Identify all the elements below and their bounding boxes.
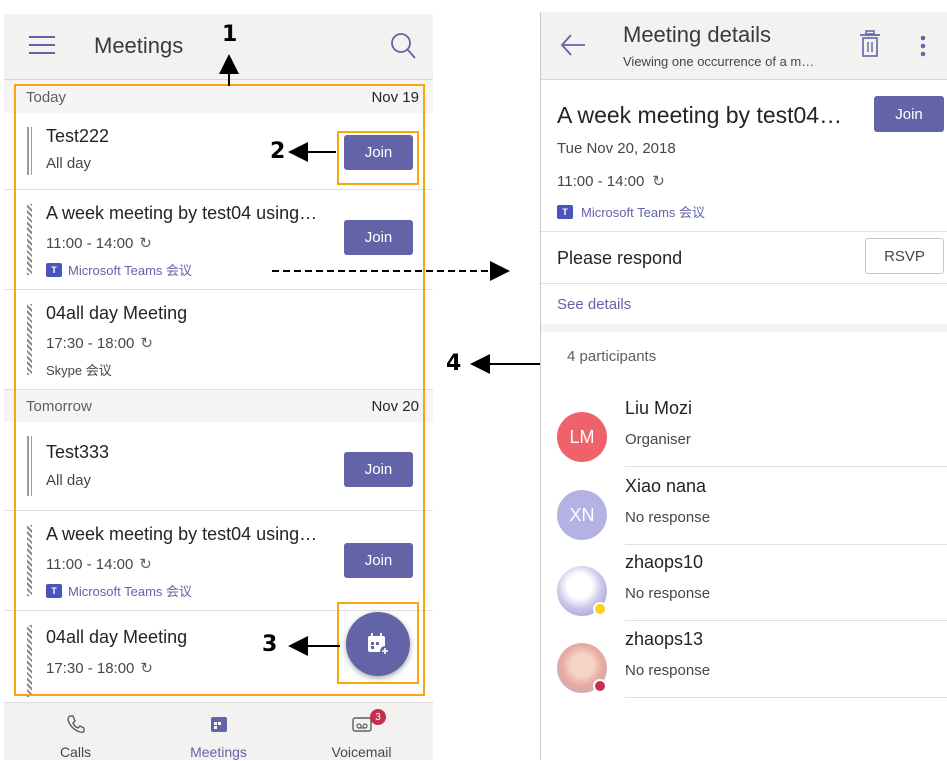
meeting-time: 11:00 - 14:00 ↻	[557, 172, 665, 191]
divider	[625, 466, 947, 467]
see-details-link[interactable]: See details	[557, 296, 631, 313]
participant-name: Liu Mozi	[625, 398, 693, 418]
presence-away-icon	[593, 602, 607, 616]
participant-row[interactable]: XN Xiao nana No response	[541, 476, 947, 552]
respond-label: Please respond	[557, 248, 683, 268]
divider	[541, 283, 947, 284]
meeting-title: A week meeting by test04…	[557, 102, 843, 128]
recurring-icon: ↻	[652, 173, 665, 190]
participant-status: No response	[625, 585, 711, 602]
meeting-location[interactable]: T Microsoft Teams 会议	[557, 202, 705, 221]
divider	[541, 231, 947, 232]
section-separator	[541, 324, 947, 332]
avatar: LM	[557, 412, 607, 462]
teams-icon: T	[557, 204, 573, 219]
divider	[625, 620, 947, 621]
presence-busy-icon	[593, 679, 607, 693]
join-button[interactable]: Join	[874, 96, 944, 132]
back-arrow-icon[interactable]	[559, 32, 587, 58]
avatar: XN	[557, 490, 607, 540]
participant-row[interactable]: zhaops10 No response	[541, 552, 947, 628]
details-header: Meeting details Viewing one occurrence o…	[541, 12, 947, 80]
more-options-icon[interactable]	[919, 34, 927, 58]
annotation-4: 4	[446, 351, 462, 376]
participant-name: zhaops10	[625, 552, 704, 572]
rsvp-button[interactable]: RSVP	[865, 238, 944, 274]
participant-name: Xiao nana	[625, 476, 707, 496]
participant-status: No response	[625, 662, 711, 679]
annotation-3: 3	[262, 632, 278, 657]
trash-icon[interactable]	[859, 30, 881, 58]
participant-row[interactable]: LM Liu Mozi Organiser	[541, 398, 947, 474]
participant-name: zhaops13	[625, 629, 704, 649]
participant-status: Organiser	[625, 431, 691, 448]
participant-row[interactable]: zhaops13 No response	[541, 629, 947, 705]
meeting-details-screen: Meeting details Viewing one occurrence o…	[540, 12, 947, 760]
participant-status: No response	[625, 509, 711, 526]
divider	[625, 544, 947, 545]
participants-count: 4 participants	[567, 348, 657, 365]
annotation-1: 1	[222, 22, 238, 47]
annotation-2: 2	[270, 139, 286, 164]
meeting-date: Tue Nov 20, 2018	[557, 140, 676, 157]
details-subtitle: Viewing one occurrence of a m…	[623, 54, 815, 69]
divider	[625, 697, 947, 698]
details-title: Meeting details	[623, 22, 771, 47]
